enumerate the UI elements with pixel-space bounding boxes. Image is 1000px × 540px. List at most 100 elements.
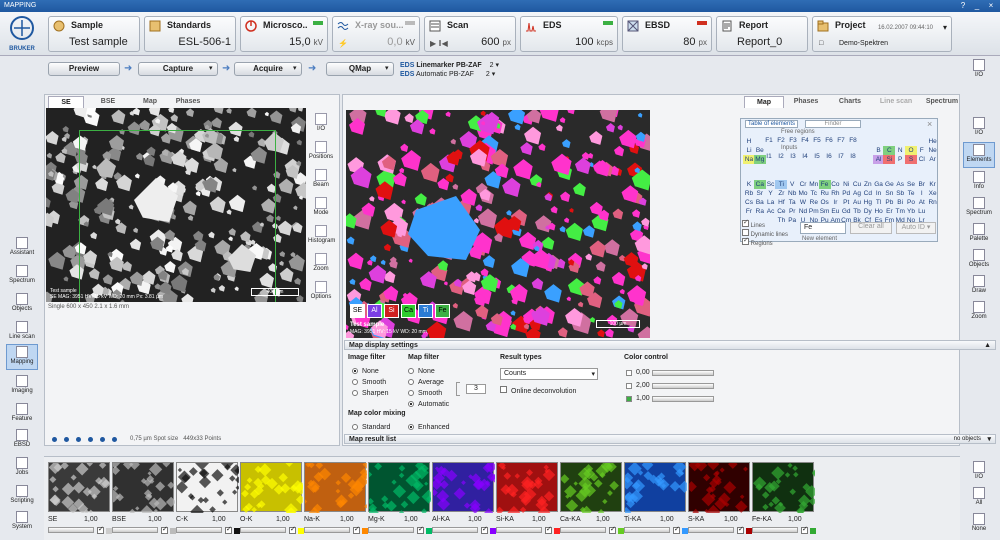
- spot-point[interactable]: [88, 437, 93, 442]
- gamma-slider[interactable]: [652, 396, 714, 402]
- spot-point[interactable]: [112, 437, 117, 442]
- image-tool-beam[interactable]: Beam: [308, 168, 334, 192]
- thumb-visible-checkbox[interactable]: [801, 525, 808, 534]
- thumb-visible-checkbox[interactable]: [289, 525, 296, 534]
- thumb-visible-checkbox[interactable]: [225, 525, 232, 534]
- image-tool-i-o[interactable]: I/O: [308, 112, 334, 136]
- image-tool-positions[interactable]: Positions: [308, 140, 334, 164]
- thumb-slider[interactable]: [624, 527, 670, 533]
- online-deconvolution-checkbox[interactable]: Online deconvolution: [500, 386, 576, 395]
- thumb-c-k[interactable]: [175, 456, 243, 519]
- right-tool-spectrum-4[interactable]: Spectrum: [963, 196, 995, 222]
- right-tool-zoom-8[interactable]: Zoom: [963, 300, 995, 326]
- minimize-button[interactable]: _: [971, 0, 983, 12]
- tab-finder[interactable]: Finder: [805, 120, 861, 128]
- brightness-slider[interactable]: [652, 370, 714, 376]
- acquire-button[interactable]: Acquire: [234, 62, 302, 76]
- radio-button[interactable]: [408, 401, 414, 408]
- element-input[interactable]: Fe: [800, 222, 846, 234]
- strip-all-button[interactable]: All: [963, 486, 995, 512]
- project-dropdown-icon[interactable]: ▾: [943, 23, 947, 32]
- input-i1[interactable]: I1: [763, 152, 775, 161]
- clear-all-button[interactable]: Clear all: [850, 222, 892, 234]
- thumb-ti-ka[interactable]: [620, 459, 691, 518]
- color-mixing-standard[interactable]: Standard: [352, 424, 390, 431]
- chip-se[interactable]: SE: [350, 304, 365, 318]
- chip-ti[interactable]: Ti: [418, 304, 433, 318]
- thumb-se[interactable]: [48, 460, 111, 515]
- right-tool-i-o-1[interactable]: I/O: [963, 116, 995, 142]
- right-tool-draw-7[interactable]: Draw: [963, 274, 995, 300]
- thumb-slider[interactable]: [560, 527, 606, 533]
- image-tool-zoom[interactable]: Zoom: [308, 252, 334, 276]
- map-result-list-header[interactable]: Map result list no objects ▾: [344, 434, 996, 444]
- qmap-dropdown-icon[interactable]: ▾: [385, 64, 389, 72]
- ebsd-card[interactable]: EBSD 80 px: [622, 16, 712, 52]
- thumb-visible-checkbox[interactable]: [161, 525, 168, 534]
- spot-point[interactable]: [76, 437, 81, 442]
- eds-method-1[interactable]: EDS Linemarker PB-ZAF 2 ▾: [400, 61, 499, 69]
- thumb-visible-checkbox[interactable]: [673, 525, 680, 534]
- input-i4[interactable]: I4: [799, 152, 811, 161]
- element-xe[interactable]: Xe: [927, 189, 939, 198]
- color-mixing-enhanced[interactable]: Enhanced: [408, 424, 450, 431]
- free-region-f8[interactable]: F8: [847, 136, 859, 145]
- input-i3[interactable]: I3: [787, 152, 799, 161]
- project-card[interactable]: Project 16.02.2007 09:44:10 ▾ □ Demo-Spe…: [812, 16, 952, 52]
- thumb-bse[interactable]: [107, 458, 177, 518]
- thumb-slider[interactable]: [48, 527, 94, 533]
- map-image[interactable]: SE Al Si Ca Ti Fe Test sample MAG: 3951 HV: 1…: [346, 110, 650, 338]
- thumb-visible-checkbox[interactable]: [353, 525, 360, 534]
- element-lu[interactable]: Lu: [916, 207, 928, 216]
- thumb-si-ka[interactable]: [495, 461, 558, 519]
- radio-button[interactable]: [408, 424, 414, 431]
- sidebar-item-objects[interactable]: Objects: [6, 292, 38, 318]
- tab-se[interactable]: SE: [48, 96, 84, 108]
- eds-card[interactable]: EDS 100 kcps: [520, 16, 618, 52]
- report-card[interactable]: Report Report_0: [716, 16, 808, 52]
- sidebar-item-scripting[interactable]: Scripting: [6, 484, 38, 510]
- lines-check[interactable]: [742, 218, 749, 227]
- map-display-settings-header[interactable]: Map display settings ▲: [344, 340, 996, 350]
- chip-ca[interactable]: Ca: [401, 304, 416, 318]
- thumb-fe-ka[interactable]: [752, 462, 819, 516]
- dynamic-lines-check[interactable]: [742, 229, 749, 236]
- input-i2[interactable]: I2: [775, 152, 787, 161]
- standards-card[interactable]: Standards ESL-506-1: [144, 16, 236, 52]
- element-rn[interactable]: Rn: [927, 198, 939, 207]
- thumb-o-k[interactable]: [240, 459, 308, 518]
- dynamic-lines-checkbox[interactable]: Dynamic lines: [742, 229, 788, 238]
- right-tool-objects-6[interactable]: Objects: [963, 248, 995, 274]
- right-tool-info-3[interactable]: Info: [963, 170, 995, 196]
- thumb-visible-checkbox[interactable]: [481, 525, 488, 534]
- map-filter-average[interactable]: Average: [408, 379, 444, 386]
- dropdown-icon[interactable]: ▾: [987, 435, 991, 444]
- input-i5[interactable]: I5: [811, 152, 823, 161]
- thumb-slider[interactable]: [432, 527, 478, 533]
- checkbox[interactable]: [500, 386, 507, 393]
- radio-button[interactable]: [352, 368, 358, 375]
- sidebar-item-line-scan[interactable]: Line scan: [6, 320, 38, 346]
- element-he[interactable]: He: [927, 137, 939, 146]
- thumb-visible-checkbox[interactable]: [417, 525, 424, 534]
- thumb-visible-checkbox[interactable]: [737, 525, 744, 534]
- sidebar-item-feature[interactable]: Feature: [6, 402, 38, 428]
- free-region-f5[interactable]: F5: [811, 136, 823, 145]
- contrast-slider[interactable]: [652, 383, 714, 389]
- tab-map[interactable]: Map: [744, 96, 784, 108]
- spot-point[interactable]: [100, 437, 105, 442]
- map-filter-automatic[interactable]: Automatic: [408, 401, 449, 408]
- chip-si[interactable]: Si: [384, 304, 399, 318]
- thumb-slider[interactable]: [176, 527, 222, 533]
- sidebar-item-jobs[interactable]: Jobs: [6, 456, 38, 482]
- thumb-mg-k[interactable]: [366, 460, 436, 519]
- tab-bse[interactable]: BSE: [90, 96, 126, 108]
- image-tool-mode[interactable]: Mode: [308, 196, 334, 220]
- radio-button[interactable]: [408, 368, 414, 375]
- input-i7[interactable]: I7: [835, 152, 847, 161]
- filter-size-input[interactable]: 3: [466, 384, 486, 394]
- thumb-na-k[interactable]: [302, 460, 371, 519]
- free-region-f4[interactable]: F4: [799, 136, 811, 145]
- radio-button[interactable]: [352, 424, 358, 431]
- close-button[interactable]: ×: [985, 0, 997, 12]
